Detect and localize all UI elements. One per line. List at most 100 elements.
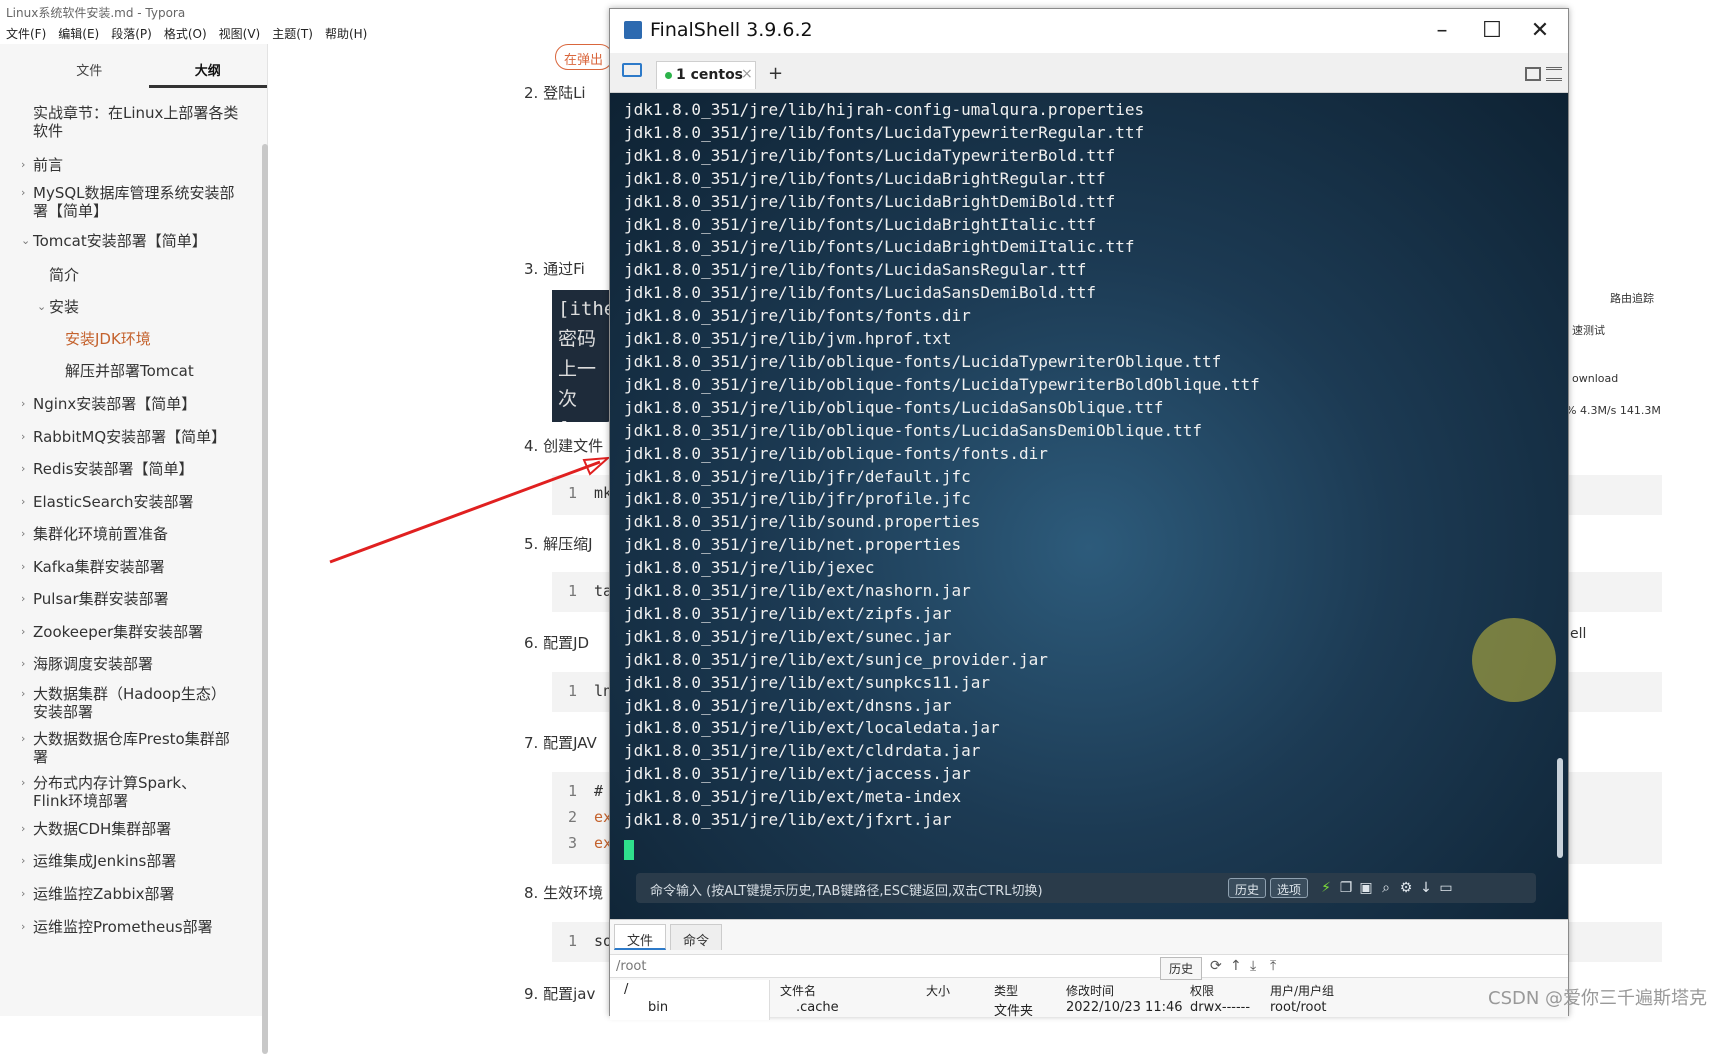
terminal-line: jdk1.8.0_351/jre/lib/ext/localedata.jar xyxy=(624,718,1000,738)
code-line-number: 1 xyxy=(568,582,578,600)
session-tabbar: 1 centos × + xyxy=(610,53,1568,93)
code-line-number: 1 xyxy=(568,682,578,700)
outline-item[interactable]: › 海豚调度安装部署 xyxy=(21,655,153,673)
outline-item[interactable]: › 集群化环境前置准备 xyxy=(21,525,168,543)
outline-item[interactable]: › Kafka集群安装部署 xyxy=(21,558,165,576)
menu-format[interactable]: 格式(O) xyxy=(158,23,213,43)
path-input[interactable]: /root xyxy=(616,959,646,974)
close-icon[interactable]: ✕ xyxy=(1518,17,1562,45)
tab-centos[interactable]: 1 centos × xyxy=(656,61,756,89)
col-size[interactable]: 大小 xyxy=(926,982,950,999)
copy-icon[interactable]: ❐ xyxy=(1338,880,1354,896)
terminal-line: jdk1.8.0_351/jre/lib/oblique-fonts/Lucid… xyxy=(624,374,1260,394)
doc-step: 6. 配置JD xyxy=(524,634,590,652)
grid-view-icon[interactable] xyxy=(1525,67,1541,81)
tab-files-panel[interactable]: 文件 xyxy=(614,924,667,950)
path-history-button[interactable]: 历史 xyxy=(1160,957,1203,980)
options-button[interactable]: 选项 xyxy=(1270,878,1309,898)
outline-item[interactable]: › 大数据集群（Hadoop生态）安装部署 xyxy=(21,685,233,721)
tab-commands-panel[interactable]: 命令 xyxy=(670,924,723,950)
menu-paragraph[interactable]: 段落(P) xyxy=(105,23,158,43)
doc-step: 7. 配置JAV xyxy=(524,734,597,752)
terminal-line: jdk1.8.0_351/jre/lib/sound.properties xyxy=(624,512,981,532)
outline-item[interactable]: 实战章节：在Linux上部署各类软件 xyxy=(33,104,248,140)
search-icon[interactable]: ⌕ xyxy=(1378,880,1394,896)
outline-item[interactable]: › ElasticSearch安装部署 xyxy=(21,493,193,511)
terminal-line: jdk1.8.0_351/jre/lib/fonts/LucidaBrightD… xyxy=(624,191,1116,211)
terminal-line: jdk1.8.0_351/jre/lib/ext/sunjce_provider… xyxy=(624,649,1048,669)
menu-theme[interactable]: 主题(T) xyxy=(266,23,319,43)
finalshell-logo-icon xyxy=(624,21,642,39)
menu-view[interactable]: 视图(V) xyxy=(213,23,267,43)
maximize-icon[interactable]: ☐ xyxy=(1470,17,1514,45)
download-icon[interactable]: ↓ xyxy=(1418,880,1434,896)
outline-item[interactable]: › 运维监控Prometheus部署 xyxy=(21,918,213,936)
outline-item[interactable]: › 前言 xyxy=(21,156,63,174)
terminal-line: jdk1.8.0_351/jre/lib/ext/dnsns.jar xyxy=(624,695,952,715)
upload-file-icon[interactable]: ⤒ xyxy=(1270,958,1276,974)
doc-step: 4. 创建文件 xyxy=(524,437,604,455)
outline-item[interactable]: ⌄ Tomcat安装部署【简单】 xyxy=(21,232,207,250)
menu-bar: 文件(F) 编辑(E) 段落(P) 格式(O) 视图(V) 主题(T) 帮助(H… xyxy=(0,23,373,43)
col-type[interactable]: 类型 xyxy=(994,982,1018,999)
path-bar[interactable]: /root 历史 ⟳ ↑ ⤓ ⤒ xyxy=(610,954,1568,980)
refresh-icon[interactable]: ⟳ xyxy=(1210,958,1222,974)
terminal-scrollbar[interactable] xyxy=(1557,758,1563,858)
col-mtime[interactable]: 修改时间 xyxy=(1066,982,1114,999)
col-name[interactable]: 文件名 xyxy=(780,982,816,999)
doc-step: 9. 配置jav xyxy=(524,985,596,1003)
outline-item[interactable]: › 大数据CDH集群部署 xyxy=(21,820,171,838)
right-label: 路由追踪 xyxy=(1610,292,1654,305)
lightning-icon[interactable]: ⚡ xyxy=(1318,880,1334,896)
paste-icon[interactable]: ▣ xyxy=(1358,880,1374,896)
terminal-line: jdk1.8.0_351/jre/lib/ext/nashorn.jar xyxy=(624,581,971,601)
outline-item[interactable]: › Pulsar集群安装部署 xyxy=(21,590,169,608)
menu-help[interactable]: 帮助(H) xyxy=(319,23,373,43)
outline-item[interactable]: › Nginx安装部署【简单】 xyxy=(21,395,196,413)
doc-step: 3. 通过Fi xyxy=(524,260,585,278)
history-button[interactable]: 历史 xyxy=(1228,878,1267,898)
outline-item-current[interactable]: 安装JDK环境 xyxy=(65,330,151,348)
tab-files[interactable]: 文件 xyxy=(30,44,149,88)
outline-item[interactable]: 解压并部署Tomcat xyxy=(65,362,194,380)
code-line-number: 1 xyxy=(568,932,578,950)
gear-icon[interactable]: ⚙ xyxy=(1398,880,1414,896)
folder-open-icon[interactable] xyxy=(622,63,642,77)
close-tab-icon[interactable]: × xyxy=(741,66,753,82)
outline-item[interactable]: › Redis安装部署【简单】 xyxy=(21,460,193,478)
terminal-line: jdk1.8.0_351/jre/lib/jexec xyxy=(624,558,875,578)
menu-edit[interactable]: 编辑(E) xyxy=(52,23,105,43)
up-dir-icon[interactable]: ↑ xyxy=(1230,958,1242,974)
tree-item[interactable]: bin xyxy=(648,1000,668,1015)
minimize-icon[interactable]: – xyxy=(1420,17,1464,45)
list-view-icon[interactable] xyxy=(1546,67,1562,81)
menu-file[interactable]: 文件(F) xyxy=(0,23,52,43)
outline-item[interactable]: › 分布式内存计算Spark、Flink环境部署 xyxy=(21,774,228,810)
right-label: ell xyxy=(1570,626,1587,642)
directory-tree[interactable]: / bin xyxy=(610,980,770,1020)
col-owner[interactable]: 用户/用户组 xyxy=(1270,982,1334,999)
outline-item[interactable]: › RabbitMQ安装部署【简单】 xyxy=(21,428,226,446)
download-file-icon[interactable]: ⤓ xyxy=(1250,958,1256,974)
tree-root[interactable]: / xyxy=(624,982,628,997)
outline-item[interactable]: › MySQL数据库管理系统安装部署【简单】 xyxy=(21,184,248,220)
outline-item[interactable]: › 运维监控Zabbix部署 xyxy=(21,885,175,903)
highlight-pill: 在弹出 xyxy=(555,44,613,70)
tab-outline[interactable]: 大纲 xyxy=(148,44,267,88)
add-tab-icon[interactable]: + xyxy=(768,63,783,84)
col-perm[interactable]: 权限 xyxy=(1190,982,1214,999)
window-icon[interactable]: ▭ xyxy=(1438,880,1454,896)
terminal[interactable]: jdk1.8.0_351/jre/lib/hijrah-config-umalq… xyxy=(610,93,1568,919)
outline-item[interactable]: › Zookeeper集群安装部署 xyxy=(21,623,203,641)
sidebar-scrollbar[interactable] xyxy=(262,144,268,1054)
outline-item[interactable]: › 大数据数据仓库Presto集群部署 xyxy=(21,730,238,766)
right-label: % 4.3M/s 141.3M xyxy=(1566,404,1661,417)
sidebar: 文件 大纲 实战章节：在Linux上部署各类软件 › 前言 › MySQL数据库管理… xyxy=(0,44,268,1054)
outline-item[interactable]: › 运维集成Jenkins部署 xyxy=(21,852,176,870)
command-input-bar[interactable]: 命令输入 (按ALT键提示历史,TAB键路径,ESC键返回,双击CTRL切换) … xyxy=(636,873,1536,903)
outline-item[interactable]: ⌄ 安装 xyxy=(37,298,79,316)
file-name[interactable]: .cache xyxy=(796,1000,839,1015)
outline-item[interactable]: 简介 xyxy=(49,266,79,284)
status-dot xyxy=(665,72,672,79)
finalshell-title: FinalShell 3.9.6.2 xyxy=(650,19,813,41)
